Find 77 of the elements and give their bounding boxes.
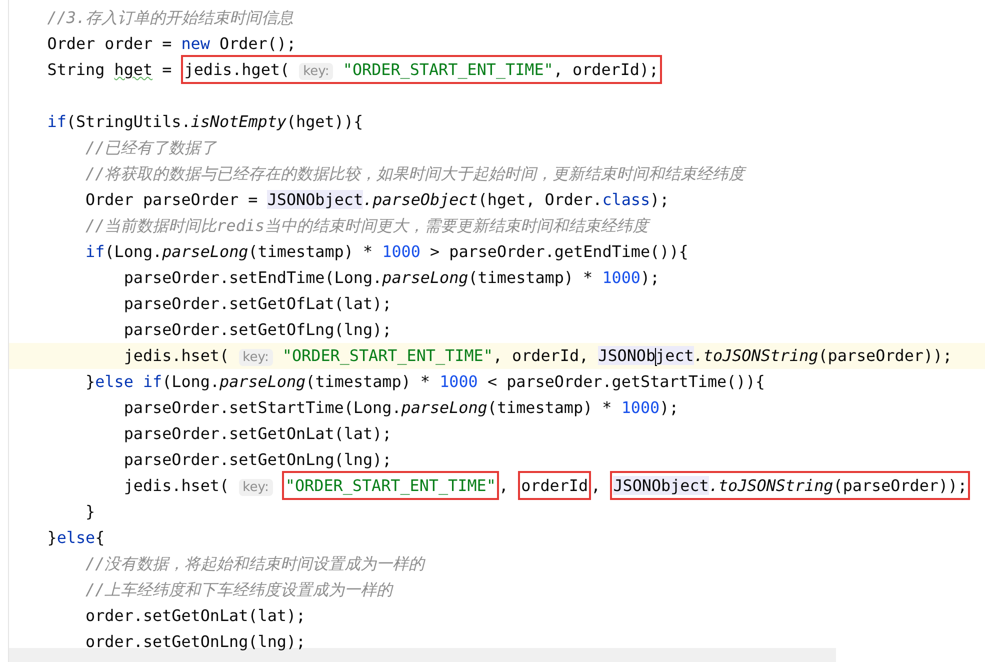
- code-text: (timestamp) *: [306, 372, 430, 391]
- code-text: (parseOrder));: [818, 346, 952, 365]
- method-name: .toJSONString: [708, 476, 834, 495]
- method-name: parseLong: [382, 268, 468, 287]
- code-comment: //上车经纬度和下车经纬度设置成为一样的: [86, 580, 393, 599]
- code-text: }: [47, 528, 57, 547]
- code-comment: //3.存入订单的开始结束时间信息: [47, 8, 294, 27]
- method-name: isNotEmpty: [190, 112, 286, 131]
- code-text: parseOrder.setGetOfLng(lng);: [124, 320, 392, 339]
- code-text: , orderId);: [553, 60, 659, 79]
- code-text: parseOrder.setGetOnLng(lng);: [124, 450, 392, 469]
- code-editor[interactable]: [8, 0, 985, 662]
- code-text: order.setGetOnLat(lat);: [86, 606, 306, 625]
- string-literal: "ORDER_START_ENT_TIME": [285, 476, 496, 495]
- number-literal: 1000: [440, 372, 478, 391]
- code-text: Order();: [220, 34, 296, 53]
- method-name: parseLong: [220, 372, 306, 391]
- warning-identifier: hget: [114, 60, 153, 79]
- code-text: String: [47, 60, 105, 79]
- code-text: (timestamp) *: [248, 242, 373, 261]
- code-text: parseOrder.setGetOnLat(lat);: [124, 424, 392, 443]
- parameter-hint: key:: [238, 479, 273, 496]
- code-text: (hget)){: [286, 112, 364, 131]
- code-text: =: [162, 60, 172, 79]
- highlighted-identifier: ject: [656, 346, 694, 365]
- code-text: parseOrder.setGetOfLat(lat);: [124, 294, 392, 313]
- code-comment: //将获取的数据与已经存在的数据比较，如果时间大于起始时间，更新结束时间和结束经纬度: [86, 164, 745, 183]
- code-text: (Long.: [104, 242, 162, 261]
- method-name: .toJSONString: [694, 346, 818, 365]
- code-text: > parseOrder.getEndTime()){: [430, 242, 688, 261]
- code-text: order.setGetOnLng(lng);: [86, 632, 306, 651]
- code-text: Order order =: [47, 34, 172, 53]
- code-text: );: [660, 398, 679, 417]
- code-text: Order parseOrder =: [86, 190, 258, 209]
- code-comment: //没有数据，将起始和结束时间设置成为一样的: [86, 554, 425, 573]
- highlighted-identifier: JSONObject: [267, 190, 364, 209]
- code-text: );: [650, 190, 670, 209]
- code-comment: //当前数据时间比redis当中的结束时间更大，需要更新结束时间和结束经纬度: [86, 216, 649, 235]
- code-text: (parseOrder));: [833, 476, 968, 495]
- keyword: else if: [95, 372, 162, 391]
- keyword: if: [47, 112, 66, 131]
- code-text: }: [86, 372, 96, 391]
- keyword: new: [181, 34, 210, 53]
- method-name: parseLong: [401, 398, 488, 417]
- keyword: if: [86, 242, 105, 261]
- keyword: class: [602, 190, 650, 209]
- code-text: ,: [591, 476, 601, 495]
- code-text: , orderId,: [492, 346, 589, 365]
- method-name: parseLong: [162, 242, 248, 261]
- code-text: );: [640, 268, 660, 287]
- string-literal: "ORDER_START_ENT_TIME": [282, 346, 493, 365]
- code-text: (timestamp) *: [468, 268, 593, 287]
- parameter-hint: key:: [238, 349, 273, 366]
- code-text: }: [86, 502, 96, 521]
- method-name: .parseObject: [363, 190, 478, 209]
- code-text: parseOrder.setStartTime(Long.: [124, 398, 402, 417]
- code-text: < parseOrder.getStartTime()){: [487, 372, 765, 391]
- code-text: ,: [498, 476, 508, 495]
- code-text: jedis.hset(: [124, 346, 230, 365]
- code-text: (StringUtils.: [66, 112, 191, 131]
- keyword: else: [56, 528, 96, 547]
- highlighted-identifier: JSONObject: [613, 476, 709, 495]
- code-text: (timestamp) *: [487, 398, 612, 417]
- number-literal: 1000: [602, 268, 640, 287]
- code-text: (hget, Order.: [478, 190, 602, 209]
- code-text: {: [95, 528, 105, 547]
- highlighted-identifier: JSONOb: [598, 346, 656, 365]
- number-literal: 1000: [382, 242, 420, 261]
- number-literal: 1000: [621, 398, 660, 417]
- code-text: jedis.hget(: [184, 60, 290, 79]
- code-text: (Long.: [162, 372, 220, 391]
- code-text: orderId: [521, 476, 588, 495]
- code-text: jedis.hset(: [124, 476, 230, 495]
- code-text: parseOrder.setEndTime(Long.: [124, 268, 382, 287]
- code-comment: //已经有了数据了: [86, 138, 217, 157]
- string-literal: "ORDER_START_ENT_TIME": [342, 60, 554, 79]
- parameter-hint: key:: [299, 63, 334, 80]
